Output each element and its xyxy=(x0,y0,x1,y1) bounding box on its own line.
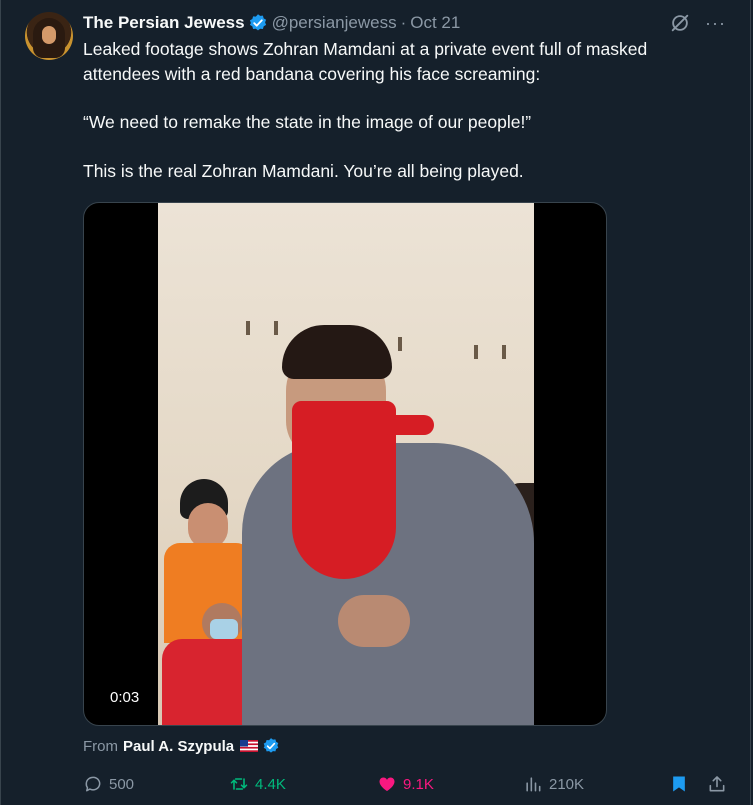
post-date[interactable]: Oct 21 xyxy=(410,13,460,33)
avatar[interactable] xyxy=(25,12,73,60)
share-icon xyxy=(709,776,725,792)
heart-icon xyxy=(379,777,395,792)
video-frame[interactable] xyxy=(158,203,534,725)
tweet-text: Leaked footage shows Zohran Mamdani at a… xyxy=(83,37,723,183)
wall-hook xyxy=(502,345,506,359)
video-timestamp: 0:03 xyxy=(104,687,146,708)
reply-icon xyxy=(85,776,101,792)
wall-hook xyxy=(474,345,478,359)
tweet-paragraph-1: Leaked footage shows Zohran Mamdani at a… xyxy=(83,39,648,84)
view-count: 210K xyxy=(549,775,585,793)
repost-count: 4.4K xyxy=(255,775,286,793)
attribution-prefix: From xyxy=(83,737,118,755)
views-icon xyxy=(526,777,541,792)
attribution-name[interactable]: Paul A. Szypula xyxy=(123,738,234,755)
wall-hook xyxy=(398,337,402,351)
verified-badge-icon xyxy=(249,14,266,31)
tweet-paragraph-2: “We need to remake the state in the imag… xyxy=(83,112,532,132)
reply-button[interactable]: 500 xyxy=(83,774,134,794)
like-button[interactable]: 9.1K xyxy=(377,774,434,794)
attribution-verified-icon xyxy=(263,738,279,753)
avatar-face xyxy=(42,26,56,44)
bookmark-icon xyxy=(673,776,685,792)
main-person-hair xyxy=(282,325,392,379)
bandana-knot xyxy=(386,415,434,435)
header-actions: ··· xyxy=(669,12,726,34)
grok-icon[interactable] xyxy=(669,12,691,34)
tweet-header: The Persian Jewess @persianjewess · Oct … xyxy=(83,12,726,34)
separator-dot: · xyxy=(400,13,407,32)
red-bandana xyxy=(292,401,396,579)
video-player[interactable]: 0:03 xyxy=(83,202,607,726)
like-count: 9.1K xyxy=(403,775,434,793)
repost-button[interactable]: 4.4K xyxy=(229,774,286,794)
wall-hook xyxy=(246,321,250,335)
reply-count: 500 xyxy=(109,775,135,793)
tweet-paragraph-3: This is the real Zohran Mamdani. You’re … xyxy=(83,160,524,181)
face-mask xyxy=(210,619,238,639)
wall-hook xyxy=(274,321,278,335)
repost-icon xyxy=(230,778,248,790)
views-button[interactable]: 210K xyxy=(523,774,584,794)
tweet-container: The Persian Jewess @persianjewess · Oct … xyxy=(0,0,751,805)
author-handle[interactable]: @persianjewess xyxy=(272,13,397,33)
bookmark-button[interactable] xyxy=(669,774,689,794)
author-name[interactable]: The Persian Jewess xyxy=(83,13,245,33)
more-options-icon[interactable]: ··· xyxy=(705,12,726,34)
tweet-actions: 500 4.4K 9.1K 210K xyxy=(83,774,726,798)
main-person-hand xyxy=(338,595,410,647)
us-flag-icon xyxy=(240,740,259,752)
media-attribution: From Paul A. Szypula xyxy=(83,737,280,755)
share-button[interactable] xyxy=(707,774,727,794)
